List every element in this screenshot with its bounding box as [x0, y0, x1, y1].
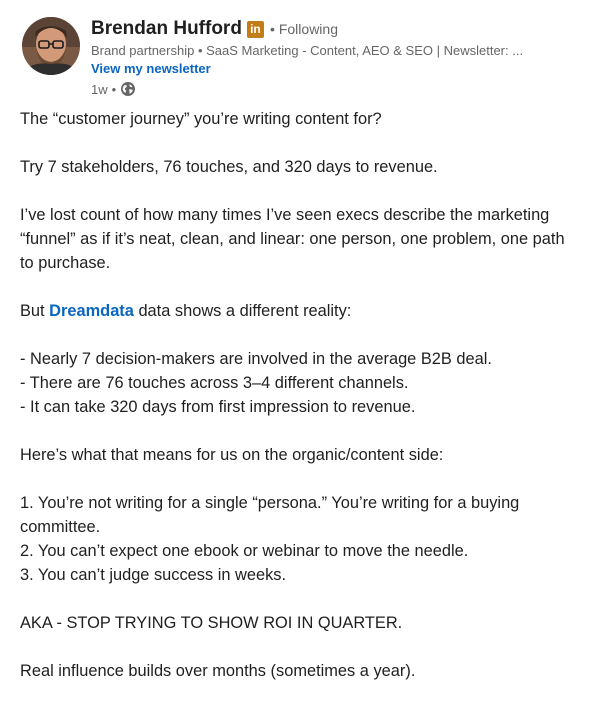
follow-separator: • — [269, 21, 275, 37]
post-paragraph-3: I’ve lost count of how many times I’ve s… — [20, 203, 590, 275]
post-meta: 1w • — [91, 81, 591, 97]
post-actor: Brendan Hufford in • Following Brand part… — [91, 17, 591, 97]
dreamdata-mention-link[interactable]: Dreamdata — [49, 302, 134, 320]
post-numbered-list: 1. You’re not writing for a single “pers… — [20, 491, 590, 587]
numbered-line: 1. You’re not writing for a single “pers… — [20, 494, 520, 512]
numbered-line: committee. — [20, 518, 101, 536]
stat-line: - There are 76 touches across 3–4 differ… — [20, 374, 409, 392]
post-body: The “customer journey” you’re writing co… — [20, 107, 590, 707]
author-name[interactable]: Brendan Hufford — [91, 18, 242, 40]
post-paragraph-2: Try 7 stakeholders, 76 touches, and 320 … — [20, 158, 438, 176]
post-paragraph-4-suffix: data shows a different reality: — [133, 302, 352, 320]
post-paragraph-3-line-3: to purchase. — [20, 254, 111, 272]
numbered-line: 2. You can’t expect one ebook or webinar… — [20, 542, 469, 560]
post-paragraph-9: Real influence builds over months (somet… — [20, 662, 416, 680]
post-stats-list: - Nearly 7 decision-makers are involved … — [20, 347, 590, 419]
follow-status: • Following — [270, 21, 338, 37]
post-paragraph-1: The “customer journey” you’re writing co… — [20, 110, 382, 128]
post-time[interactable]: 1w — [91, 82, 108, 97]
feed-post: Brendan Hufford in • Following Brand part… — [0, 0, 609, 709]
avatar-image — [22, 17, 80, 75]
post-paragraph-3-line-2: “funnel” as if it’s neat, clean, and lin… — [20, 230, 565, 248]
stat-line: - Nearly 7 decision-makers are involved … — [20, 350, 492, 368]
post-paragraph-6: Here’s what that means for us on the org… — [20, 446, 444, 464]
post-paragraph-3-line-1: I’ve lost count of how many times I’ve s… — [20, 206, 550, 224]
following-label: Following — [278, 21, 338, 37]
post-paragraph-4-prefix: But — [20, 302, 50, 320]
post-paragraph-8: AKA - STOP TRYING TO SHOW ROI IN QUARTER… — [20, 614, 403, 632]
actor-name-row: Brendan Hufford in • Following — [91, 17, 591, 41]
globe-icon — [120, 81, 136, 97]
linkedin-premium-icon: in — [246, 20, 264, 38]
author-avatar[interactable] — [22, 17, 80, 75]
view-newsletter-link[interactable]: View my newsletter — [91, 61, 211, 76]
author-headline: Brand partnership • SaaS Marketing - Con… — [91, 43, 524, 58]
post-paragraph-4: But Dreamdata data shows a different rea… — [20, 299, 590, 323]
meta-separator: • — [111, 81, 117, 97]
numbered-line: 3. You can’t judge success in weeks. — [20, 566, 287, 584]
stat-line: - It can take 320 days from first impres… — [20, 398, 416, 416]
